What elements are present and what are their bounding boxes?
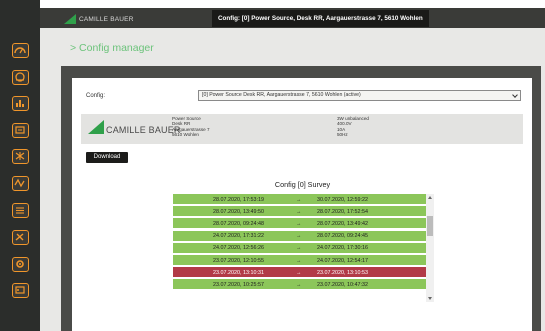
survey-row[interactable]: 23.07.2020, 10:25:57 → 23.07.2020, 10:47:3… (173, 279, 426, 291)
scroll-down-icon[interactable] (428, 297, 432, 300)
tools-icon-glyph (15, 233, 24, 241)
survey-start-time: 23.07.2020, 12:10:55 (213, 257, 264, 264)
survey-end-time: 30.07.2020, 12:59:22 (317, 196, 368, 203)
scrollbar-thumb[interactable] (427, 216, 433, 236)
panel-icon-glyph (15, 126, 25, 134)
spec-info: 3W unbalanced 400.0V 10A 50Hz (337, 116, 369, 138)
dial-icon-glyph (15, 72, 25, 82)
survey-list[interactable]: 28.07.2020, 17:53:19 → 30.07.2020, 12:59:2… (173, 194, 434, 302)
config-title: Config: [0] Power Source, Desk RR, Aarga… (212, 10, 429, 27)
survey-row[interactable]: 24.07.2020, 12:56:26 → 24.07.2020, 17:30:1… (173, 242, 426, 254)
survey-start-time: 23.07.2020, 10:25:57 (213, 281, 264, 288)
survey-end-time: 28.07.2020, 17:52:54 (317, 208, 368, 215)
arrow-right-icon: → (296, 269, 302, 276)
grid-icon-glyph (15, 152, 25, 160)
bar-chart-icon[interactable] (12, 96, 29, 111)
scrollbar[interactable] (426, 194, 434, 302)
config-select[interactable]: [0] Power Source Desk RR, Aargauerstrass… (198, 90, 521, 101)
survey-start-time: 28.07.2020, 17:53:19 (213, 196, 264, 203)
panel-icon[interactable] (12, 123, 29, 138)
arrow-right-icon: → (296, 257, 302, 264)
arrow-right-icon: → (296, 233, 302, 240)
tools-icon[interactable] (12, 230, 29, 245)
waveform-icon[interactable] (12, 176, 29, 191)
grid-icon[interactable] (12, 149, 29, 164)
brand: CAMILLE BAUER (64, 12, 134, 26)
survey-end-time: 24.07.2020, 12:54:17 (317, 257, 368, 264)
waveform-icon-glyph (14, 178, 25, 188)
brand-logo-icon (64, 14, 76, 24)
bar-chart-icon-glyph (16, 100, 24, 107)
list-icon[interactable] (12, 203, 29, 218)
location-info: Power Source Desk RR Aargauerstrasse 7 5… (172, 116, 210, 138)
config-select-value: [0] Power Source Desk RR, Aargauerstrass… (202, 92, 361, 98)
arrow-right-icon: → (296, 281, 302, 288)
survey-row[interactable]: 28.07.2020, 13:49:50 → 28.07.2020, 17:52:5… (173, 206, 426, 218)
survey-row-selected[interactable]: 23.07.2020, 13:10:31 → 23.07.2020, 13:10:5… (173, 267, 426, 279)
gauge-icon[interactable] (12, 43, 29, 58)
survey-start-time: 24.07.2020, 17:31:22 (213, 233, 264, 240)
info-brand: CAMILLE BAUER (106, 125, 181, 135)
survey-start-time: 23.07.2020, 13:10:31 (213, 269, 264, 276)
chevron-down-icon (512, 92, 518, 98)
survey-row[interactable]: 28.07.2020, 17:53:19 → 30.07.2020, 12:59:2… (173, 194, 426, 205)
survey-start-time: 28.07.2020, 09:24:48 (213, 220, 264, 227)
dial-icon[interactable] (12, 70, 29, 85)
survey-start-time: 28.07.2020, 13:49:50 (213, 208, 264, 215)
settings-icon[interactable] (12, 283, 29, 298)
survey-row[interactable]: 23.07.2020, 12:10:55 → 24.07.2020, 12:54:1… (173, 255, 426, 266)
gauge-icon-glyph (14, 47, 26, 54)
survey-title: Config [0] Survey (274, 180, 331, 189)
camille-bauer-logo-icon (88, 120, 104, 134)
survey-end-time: 28.07.2020, 09:24:45 (317, 233, 368, 240)
survey-start-time: 24.07.2020, 12:56:26 (213, 245, 264, 252)
gear-icon[interactable] (12, 257, 29, 272)
page-title: > Config manager (70, 42, 154, 54)
scroll-up-icon[interactable] (428, 196, 432, 199)
survey-end-time: 23.07.2020, 10:47:32 (317, 281, 368, 288)
arrow-right-icon: → (296, 220, 302, 227)
survey-end-time: 24.07.2020, 17:30:16 (317, 245, 368, 252)
survey-row[interactable]: 24.07.2020, 17:31:22 → 28.07.2020, 09:24:4… (173, 230, 426, 242)
spec-line: 50Hz (337, 132, 348, 138)
location-line: 5610 Wohlen (172, 132, 199, 138)
list-icon-glyph (16, 207, 24, 214)
survey-row[interactable]: 28.07.2020, 09:24:48 → 28.07.2020, 13:49:4… (173, 218, 426, 230)
settings-icon-glyph (15, 286, 25, 294)
survey-end-time: 28.07.2020, 13:49:42 (317, 220, 368, 227)
survey-end-time: 23.07.2020, 13:10:53 (317, 269, 368, 276)
arrow-right-icon: → (296, 208, 302, 215)
download-button[interactable]: Download (86, 152, 128, 163)
arrow-right-icon: → (296, 245, 302, 252)
brand-text: CAMILLE BAUER (79, 15, 134, 23)
gear-icon-glyph (16, 260, 24, 268)
config-label: Config: (86, 93, 106, 99)
arrow-right-icon: → (296, 196, 302, 203)
